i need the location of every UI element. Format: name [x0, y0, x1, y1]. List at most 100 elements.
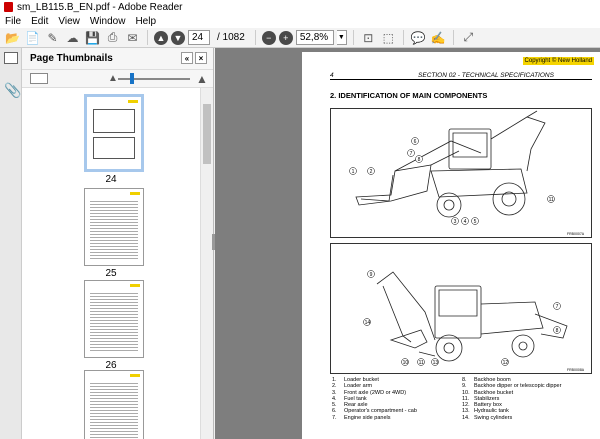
page-thumbnails-icon[interactable]: [4, 52, 18, 64]
svg-text:14: 14: [365, 320, 371, 326]
svg-text:1: 1: [352, 169, 355, 175]
legend-item: 14. Swing cylinders: [462, 414, 513, 421]
fit-width-icon[interactable]: ⬚: [380, 29, 397, 46]
svg-text:4: 4: [464, 219, 467, 225]
svg-text:3: 3: [454, 219, 457, 225]
open-file-icon[interactable]: 📂: [4, 29, 21, 46]
menu-bar: File Edit View Window Help: [0, 14, 600, 28]
menu-edit[interactable]: Edit: [26, 16, 53, 27]
thumbnail-page-25[interactable]: [84, 188, 144, 266]
page-number: 4: [330, 72, 334, 79]
close-panel-icon[interactable]: ×: [195, 52, 207, 64]
title-bar: sm_LB115.B_EN.pdf - Adobe Reader: [0, 0, 600, 14]
toolbar-divider: [402, 30, 404, 45]
menu-view[interactable]: View: [53, 16, 85, 27]
svg-text:8: 8: [556, 328, 559, 334]
thumbnail-label: 25: [105, 268, 117, 279]
toolbar-divider: [452, 30, 454, 45]
zoom-dropdown-icon[interactable]: ▼: [336, 30, 347, 45]
page-total: / 1082: [217, 32, 245, 43]
legend-left-column: 1. Loader bucket 2. Loader arm 3. Front axl…: [332, 377, 462, 421]
svg-text:5: 5: [474, 219, 477, 225]
panel-options-bar: ▲ ▲: [22, 70, 213, 88]
large-thumbnail-icon[interactable]: ▲: [196, 72, 208, 86]
svg-text:13: 13: [433, 360, 439, 366]
highlight-icon[interactable]: ✍: [430, 29, 447, 46]
thumbnail-figure: [93, 109, 135, 133]
thumbnail-text: [90, 381, 138, 439]
thumbnail-page-27[interactable]: [84, 370, 144, 439]
thumbnail-size-slider[interactable]: [118, 78, 190, 80]
menu-window[interactable]: Window: [85, 16, 131, 27]
menu-help[interactable]: Help: [130, 16, 161, 27]
thumbnail-label: 24: [105, 174, 117, 185]
page-heading: 2. IDENTIFICATION OF MAIN COMPONENTS: [330, 91, 488, 100]
print-icon[interactable]: ⎙: [104, 29, 121, 46]
backhoe-illustration: 9 14 10 11 13 12 7 8 FRB0008A: [363, 270, 585, 372]
thumbnail-highlight: [130, 284, 140, 287]
comment-icon[interactable]: 💬: [410, 29, 427, 46]
fig1-code: FRB0007A: [567, 232, 585, 236]
svg-text:9: 9: [370, 272, 373, 278]
toolbar: 📂 📄 ✎ ☁ 💾 ⎙ ✉ ▲ ▼ 24 / 1082 − + 52,8% ▼ …: [0, 28, 600, 48]
window-title: sm_LB115.B_EN.pdf - Adobe Reader: [17, 1, 183, 13]
fig2-code: FRB0008A: [567, 368, 585, 372]
toolbar-divider: [147, 30, 148, 45]
email-icon[interactable]: ✉: [124, 29, 141, 46]
thumbnail-figure: [93, 137, 135, 159]
create-pdf-icon[interactable]: 📄: [24, 29, 41, 46]
svg-text:2: 2: [370, 169, 373, 175]
svg-text:10: 10: [403, 360, 409, 366]
page-header: 4 SECTION 02 - TECHNICAL SPECIFICATIONS: [330, 72, 592, 80]
section-title: SECTION 02 - TECHNICAL SPECIFICATIONS: [418, 72, 554, 79]
thumbnail-page-26[interactable]: [84, 280, 144, 358]
collapse-panel-icon[interactable]: «: [181, 52, 193, 64]
zoom-input[interactable]: 52,8%: [295, 30, 334, 45]
page-number-input[interactable]: 24: [188, 30, 210, 45]
toolbar-divider: [254, 30, 256, 45]
legend-item: 7. Engine side panels: [332, 414, 391, 421]
adobe-reader-icon: [4, 2, 13, 12]
next-page-icon[interactable]: ▼: [171, 30, 185, 45]
panel-header: Page Thumbnails « ×: [22, 48, 213, 70]
small-thumbnail-icon[interactable]: ▲: [108, 73, 118, 84]
previous-page-icon[interactable]: ▲: [154, 30, 168, 45]
thumbnail-page-24[interactable]: [84, 94, 144, 172]
svg-text:11: 11: [549, 197, 554, 203]
svg-text:6: 6: [414, 139, 417, 145]
attachment-icon[interactable]: 📎: [4, 82, 21, 99]
scrollbar-thumb[interactable]: [203, 104, 211, 164]
toolbar-divider: [352, 30, 354, 45]
fit-page-icon[interactable]: ⊡: [360, 29, 377, 46]
svg-text:7: 7: [410, 151, 413, 157]
zoom-out-icon[interactable]: −: [261, 30, 276, 45]
component-legend: 1. Loader bucket 2. Loader arm 3. Front axl…: [332, 377, 592, 421]
edit-icon[interactable]: ✎: [44, 29, 61, 46]
svg-text:8: 8: [418, 157, 421, 163]
backhoe-figure: 9 14 10 11 13 12 7 8 FRB0008A: [330, 243, 592, 374]
thumbnail-scrollbar[interactable]: [200, 88, 213, 439]
thumbnail-highlight: [130, 192, 140, 195]
zoom-in-icon[interactable]: +: [278, 30, 293, 45]
upload-cloud-icon[interactable]: ☁: [64, 29, 81, 46]
thumbnail-highlight: [128, 100, 138, 103]
loader-figure: 1 2 7 6 8 3 4 5 11 FRB0007A: [330, 108, 592, 238]
save-icon[interactable]: 💾: [84, 29, 101, 46]
thumbnail-highlight: [130, 374, 140, 377]
pdf-page: Copyright © New Holland 4 SECTION 02 - T…: [302, 52, 600, 439]
thumbnails-panel: Page Thumbnails « × ▲ ▲ 24 25 26: [22, 48, 214, 439]
slider-handle[interactable]: [130, 73, 134, 84]
expand-icon[interactable]: ⤢: [460, 29, 477, 46]
thumbnail-list: 24 25 26: [22, 88, 200, 439]
panel-title: Page Thumbnails: [30, 53, 113, 64]
svg-text:7: 7: [556, 304, 559, 310]
options-menu-icon[interactable]: [30, 73, 48, 84]
legend-right-column: 8. Backhoe boom 9. Backhoe dipper or teles…: [462, 377, 592, 421]
navigation-rail: 📎: [0, 48, 22, 439]
copyright-stamp: Copyright © New Holland: [522, 57, 594, 65]
thumbnail-text: [90, 199, 138, 259]
loader-illustration: 1 2 7 6 8 3 4 5 11 FRB0007A: [349, 110, 585, 236]
svg-text:11: 11: [419, 360, 424, 366]
document-view: Copyright © New Holland 4 SECTION 02 - T…: [215, 48, 600, 439]
menu-file[interactable]: File: [0, 16, 26, 27]
